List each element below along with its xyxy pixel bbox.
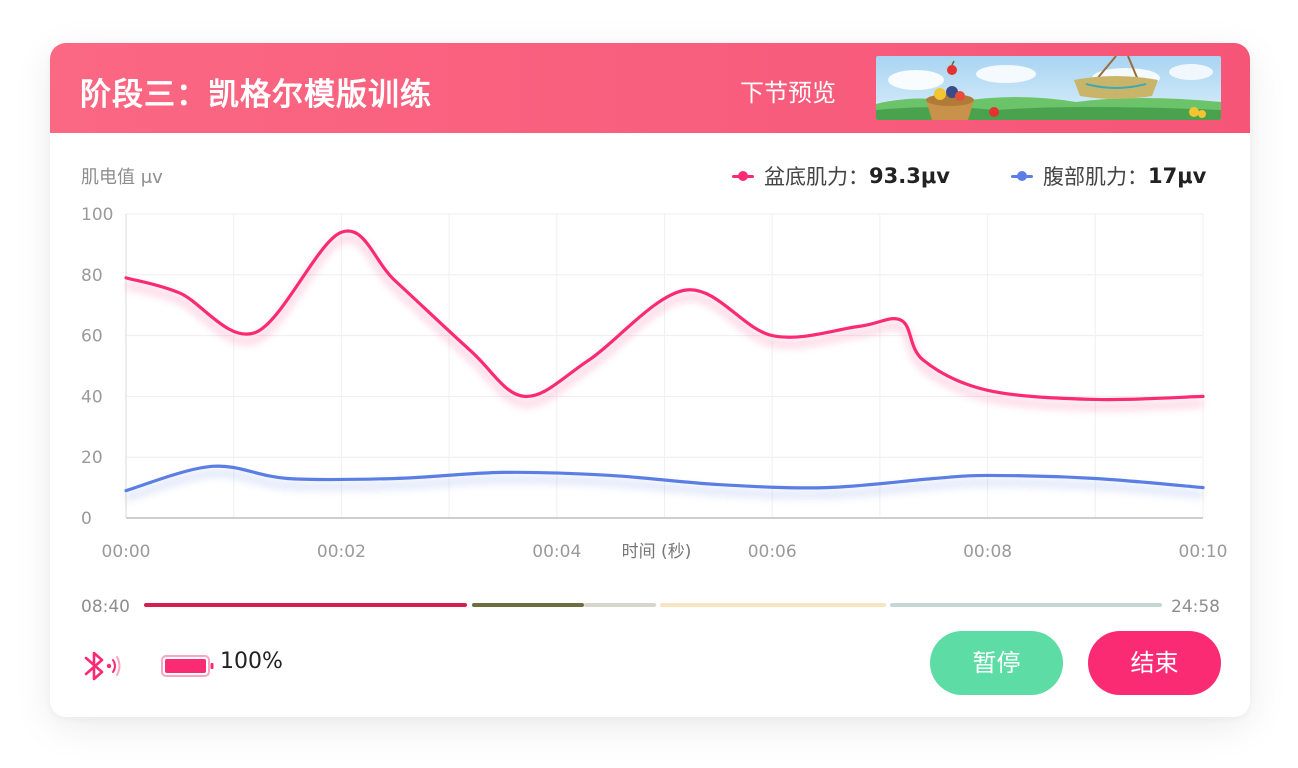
x-tick-label: 00:08	[963, 542, 1012, 562]
progress-segment-5	[890, 603, 1162, 607]
y-tick-label: 80	[81, 266, 103, 286]
progress-segment-3	[584, 603, 656, 607]
legend-pelvic: 盆底肌力： 93.3μv	[732, 161, 950, 191]
legend-abdominal-value: 17μv	[1148, 164, 1207, 188]
progress-segment-4	[660, 603, 886, 607]
x-tick-label: 00:00	[102, 542, 151, 562]
legend-pelvic-label: 盆底肌力：	[764, 165, 869, 189]
chart-grid	[125, 213, 1204, 518]
x-tick-label: 00:04	[532, 542, 581, 562]
progress-segment-1	[144, 603, 467, 607]
x-tick-label: 00:02	[317, 542, 366, 562]
y-axis-unit-label: 肌电值 μv	[81, 167, 163, 188]
battery-percentage: 100%	[220, 649, 283, 674]
legend-pelvic-value: 93.3μv	[869, 164, 950, 188]
next-preview-label: 下节预览	[740, 79, 836, 107]
emg-line-chart: 0 20 40 60 80 100 00:00 00:02 00:04 00:06 00:08 00:…	[81, 205, 1228, 562]
legend-abdominal: 腹部肌力： 17μv	[1011, 161, 1206, 191]
battery-icon	[161, 655, 214, 677]
stage-title: 阶段三：凯格尔模版训练	[80, 77, 432, 113]
legend-abdominal-marker	[1011, 170, 1033, 182]
stage-header: 阶段三：凯格尔模版训练 下节预览	[50, 43, 1250, 133]
pause-button[interactable]: 暂停	[930, 631, 1063, 695]
progress-start-time: 08:40	[81, 597, 130, 617]
y-tick-label: 20	[81, 448, 103, 468]
progress-segment-2	[472, 603, 584, 607]
session-progress-track[interactable]	[144, 602, 1162, 608]
training-card: 阶段三：凯格尔模版训练 下节预览 肌电值 μv 盆底肌力： 93.3μv 腹部肌…	[50, 43, 1250, 717]
y-tick-label: 0	[81, 509, 92, 529]
bluetooth-icon[interactable]	[78, 646, 124, 686]
y-tick-label: 100	[81, 205, 113, 225]
progress-end-time: 24:58	[1171, 597, 1220, 617]
next-preview-thumbnail[interactable]	[876, 56, 1221, 120]
end-button[interactable]: 结束	[1088, 631, 1221, 695]
y-tick-label: 60	[81, 327, 103, 347]
legend-pelvic-marker	[732, 170, 754, 182]
y-tick-label: 40	[81, 387, 103, 407]
chart-axes: 0 20 40 60 80 100 00:00 00:02 00:04 00:06 00:08 00:…	[81, 205, 1228, 562]
legend-abdominal-label: 腹部肌力：	[1043, 165, 1148, 189]
x-tick-label: 00:10	[1179, 542, 1228, 562]
preview-image	[876, 56, 1221, 120]
x-axis-title: 时间 (秒)	[622, 542, 692, 562]
x-tick-label: 00:06	[748, 542, 797, 562]
